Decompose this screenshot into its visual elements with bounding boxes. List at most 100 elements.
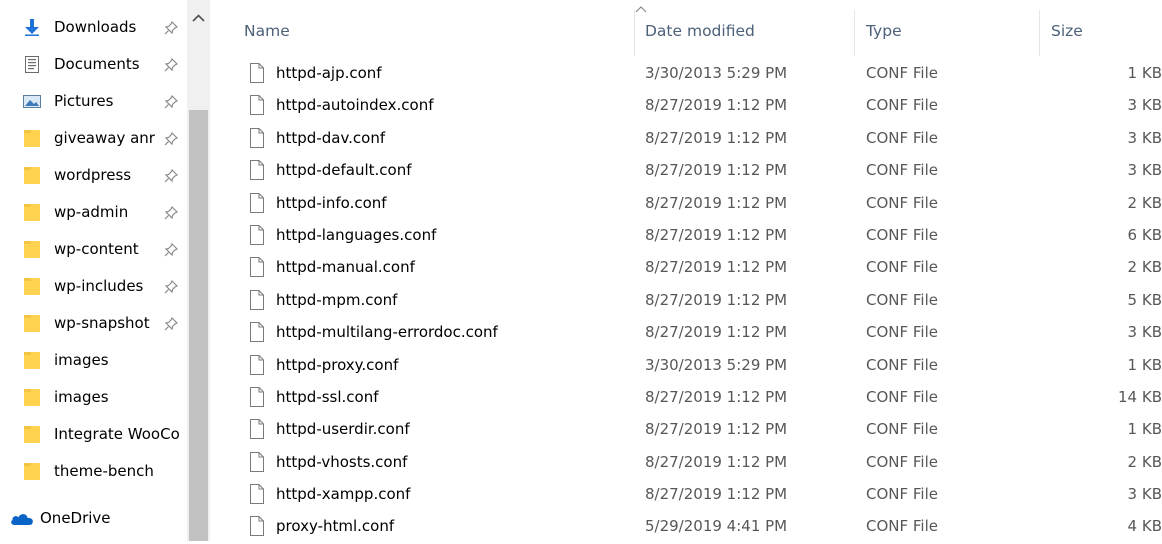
file-row[interactable]: httpd-languages.conf 8/27/2019 1:12 PM C…: [210, 218, 1162, 250]
file-size: 1 KB: [1127, 64, 1162, 82]
nav-item-label: wordpress: [54, 166, 132, 184]
file-type: CONF File: [866, 290, 938, 309]
file-row[interactable]: httpd-proxy.conf 3/30/2013 5:29 PM CONF …: [210, 348, 1162, 380]
nav-item-folder[interactable]: Integrate WooCo: [0, 416, 186, 453]
file-row[interactable]: httpd-xampp.conf 8/27/2019 1:12 PM CONF …: [210, 477, 1162, 509]
file-name: httpd-default.conf: [276, 161, 412, 180]
nav-item-folder[interactable]: wp-content: [0, 231, 186, 268]
nav-item-folder[interactable]: giveaway anr: [0, 120, 186, 157]
navigation-pane: Downloads Documents Pictures giveaway an…: [0, 0, 210, 541]
file-type: CONF File: [866, 161, 938, 180]
file-type: CONF File: [866, 452, 938, 471]
pin-icon[interactable]: [164, 206, 178, 220]
folder-icon: [24, 352, 40, 369]
pin-icon[interactable]: [164, 21, 178, 35]
column-divider[interactable]: [854, 10, 855, 56]
file-size: 1 KB: [1127, 355, 1162, 374]
file-row[interactable]: httpd-multilang-errordoc.conf 8/27/2019 …: [210, 315, 1162, 347]
nav-item-folder[interactable]: images: [0, 379, 186, 416]
nav-item-folder[interactable]: wp-snapshot: [0, 305, 186, 342]
nav-item-folder[interactable]: wp-includes: [0, 268, 186, 305]
folder-icon: [24, 315, 40, 332]
file-name: httpd-mpm.conf: [276, 290, 398, 309]
file-date-modified: 3/30/2013 5:29 PM: [645, 355, 788, 374]
pin-icon[interactable]: [164, 58, 178, 72]
file-type: CONF File: [866, 225, 938, 244]
nav-item-onedrive[interactable]: OneDrive: [0, 500, 186, 537]
column-header-date-modified[interactable]: Date modified: [645, 0, 755, 56]
nav-item-documents[interactable]: Documents: [0, 46, 186, 83]
documents-icon: [25, 56, 39, 73]
file-name: httpd-languages.conf: [276, 225, 437, 244]
nav-item-label: Documents: [54, 55, 140, 73]
nav-item-folder[interactable]: images: [0, 342, 186, 379]
file-size: 3 KB: [1127, 485, 1162, 504]
file-row[interactable]: httpd-autoindex.conf 8/27/2019 1:12 PM C…: [210, 88, 1162, 120]
column-divider[interactable]: [634, 10, 635, 56]
file-row[interactable]: httpd-default.conf 8/27/2019 1:12 PM CON…: [210, 153, 1162, 185]
file-date-modified: 8/27/2019 1:12 PM: [645, 452, 788, 471]
pin-icon[interactable]: [164, 243, 178, 257]
pin-icon[interactable]: [164, 317, 178, 331]
file-icon: [250, 63, 264, 83]
pin-icon[interactable]: [164, 280, 178, 294]
nav-item-label: OneDrive: [40, 509, 111, 527]
file-icon: [250, 257, 264, 278]
file-row[interactable]: httpd-ssl.conf 8/27/2019 1:12 PM CONF Fi…: [210, 380, 1162, 412]
file-size: 2 KB: [1127, 193, 1162, 212]
nav-item-label: Downloads: [54, 18, 137, 36]
file-row[interactable]: httpd-info.conf 8/27/2019 1:12 PM CONF F…: [210, 186, 1162, 218]
column-header-size[interactable]: Size: [1051, 0, 1083, 56]
nav-item-downloads[interactable]: Downloads: [0, 9, 186, 46]
file-row[interactable]: httpd-userdir.conf 8/27/2019 1:12 PM CON…: [210, 412, 1162, 444]
file-type: CONF File: [866, 420, 938, 439]
folder-icon: [24, 278, 40, 295]
file-row[interactable]: httpd-mpm.conf 8/27/2019 1:12 PM CONF Fi…: [210, 283, 1162, 315]
nav-item-folder[interactable]: wordpress: [0, 157, 186, 194]
nav-item-label: wp-admin: [54, 203, 129, 221]
nav-scrollbar-thumb[interactable]: [189, 110, 208, 541]
nav-item-label: Integrate WooCo: [54, 425, 180, 443]
folder-icon: [24, 204, 40, 221]
file-row[interactable]: httpd-ajp.conf 3/30/2013 5:29 PM CONF Fi…: [210, 56, 1162, 88]
file-size: 3 KB: [1127, 128, 1162, 147]
file-size: 3 KB: [1127, 161, 1162, 180]
file-icon: [250, 224, 264, 245]
column-divider[interactable]: [1039, 10, 1040, 56]
file-row[interactable]: httpd-dav.conf 8/27/2019 1:12 PM CONF Fi…: [210, 121, 1162, 153]
pin-icon[interactable]: [164, 95, 178, 109]
file-icon: [250, 160, 264, 181]
file-icon: [250, 322, 264, 343]
file-icon: [250, 192, 264, 213]
file-date-modified: 8/27/2019 1:12 PM: [645, 161, 788, 180]
folder-icon: [24, 463, 40, 480]
file-icon: [250, 354, 264, 375]
file-row[interactable]: httpd-vhosts.conf 8/27/2019 1:12 PM CONF…: [210, 445, 1162, 477]
file-name: httpd-ssl.conf: [276, 387, 379, 406]
file-icon: [250, 95, 264, 116]
scroll-up-arrow-icon[interactable]: [187, 8, 210, 30]
nav-item-folder[interactable]: wp-admin: [0, 194, 186, 231]
file-date-modified: 3/30/2013 5:29 PM: [645, 64, 788, 82]
file-name: httpd-vhosts.conf: [276, 452, 408, 471]
pin-icon[interactable]: [164, 132, 178, 146]
file-row[interactable]: proxy-html.conf 5/29/2019 4:41 PM CONF F…: [210, 509, 1162, 541]
file-type: CONF File: [866, 96, 938, 115]
nav-item-label: Pictures: [54, 92, 114, 110]
file-icon: [250, 516, 264, 537]
pin-icon[interactable]: [164, 169, 178, 183]
column-header-type[interactable]: Type: [866, 0, 902, 56]
file-type: CONF File: [866, 387, 938, 406]
nav-item-folder[interactable]: theme-bench: [0, 453, 186, 490]
file-row[interactable]: httpd-manual.conf 8/27/2019 1:12 PM CONF…: [210, 250, 1162, 282]
column-header-name[interactable]: Name: [244, 0, 290, 56]
file-name: httpd-multilang-errordoc.conf: [276, 323, 498, 342]
folder-icon: [24, 130, 40, 147]
file-size: 2 KB: [1127, 258, 1162, 277]
folder-icon: [24, 241, 40, 258]
file-type: CONF File: [866, 193, 938, 212]
file-type: CONF File: [866, 128, 938, 147]
nav-item-pictures[interactable]: Pictures: [0, 83, 186, 120]
onedrive-cloud-icon: [11, 514, 33, 525]
file-name: httpd-manual.conf: [276, 258, 415, 277]
